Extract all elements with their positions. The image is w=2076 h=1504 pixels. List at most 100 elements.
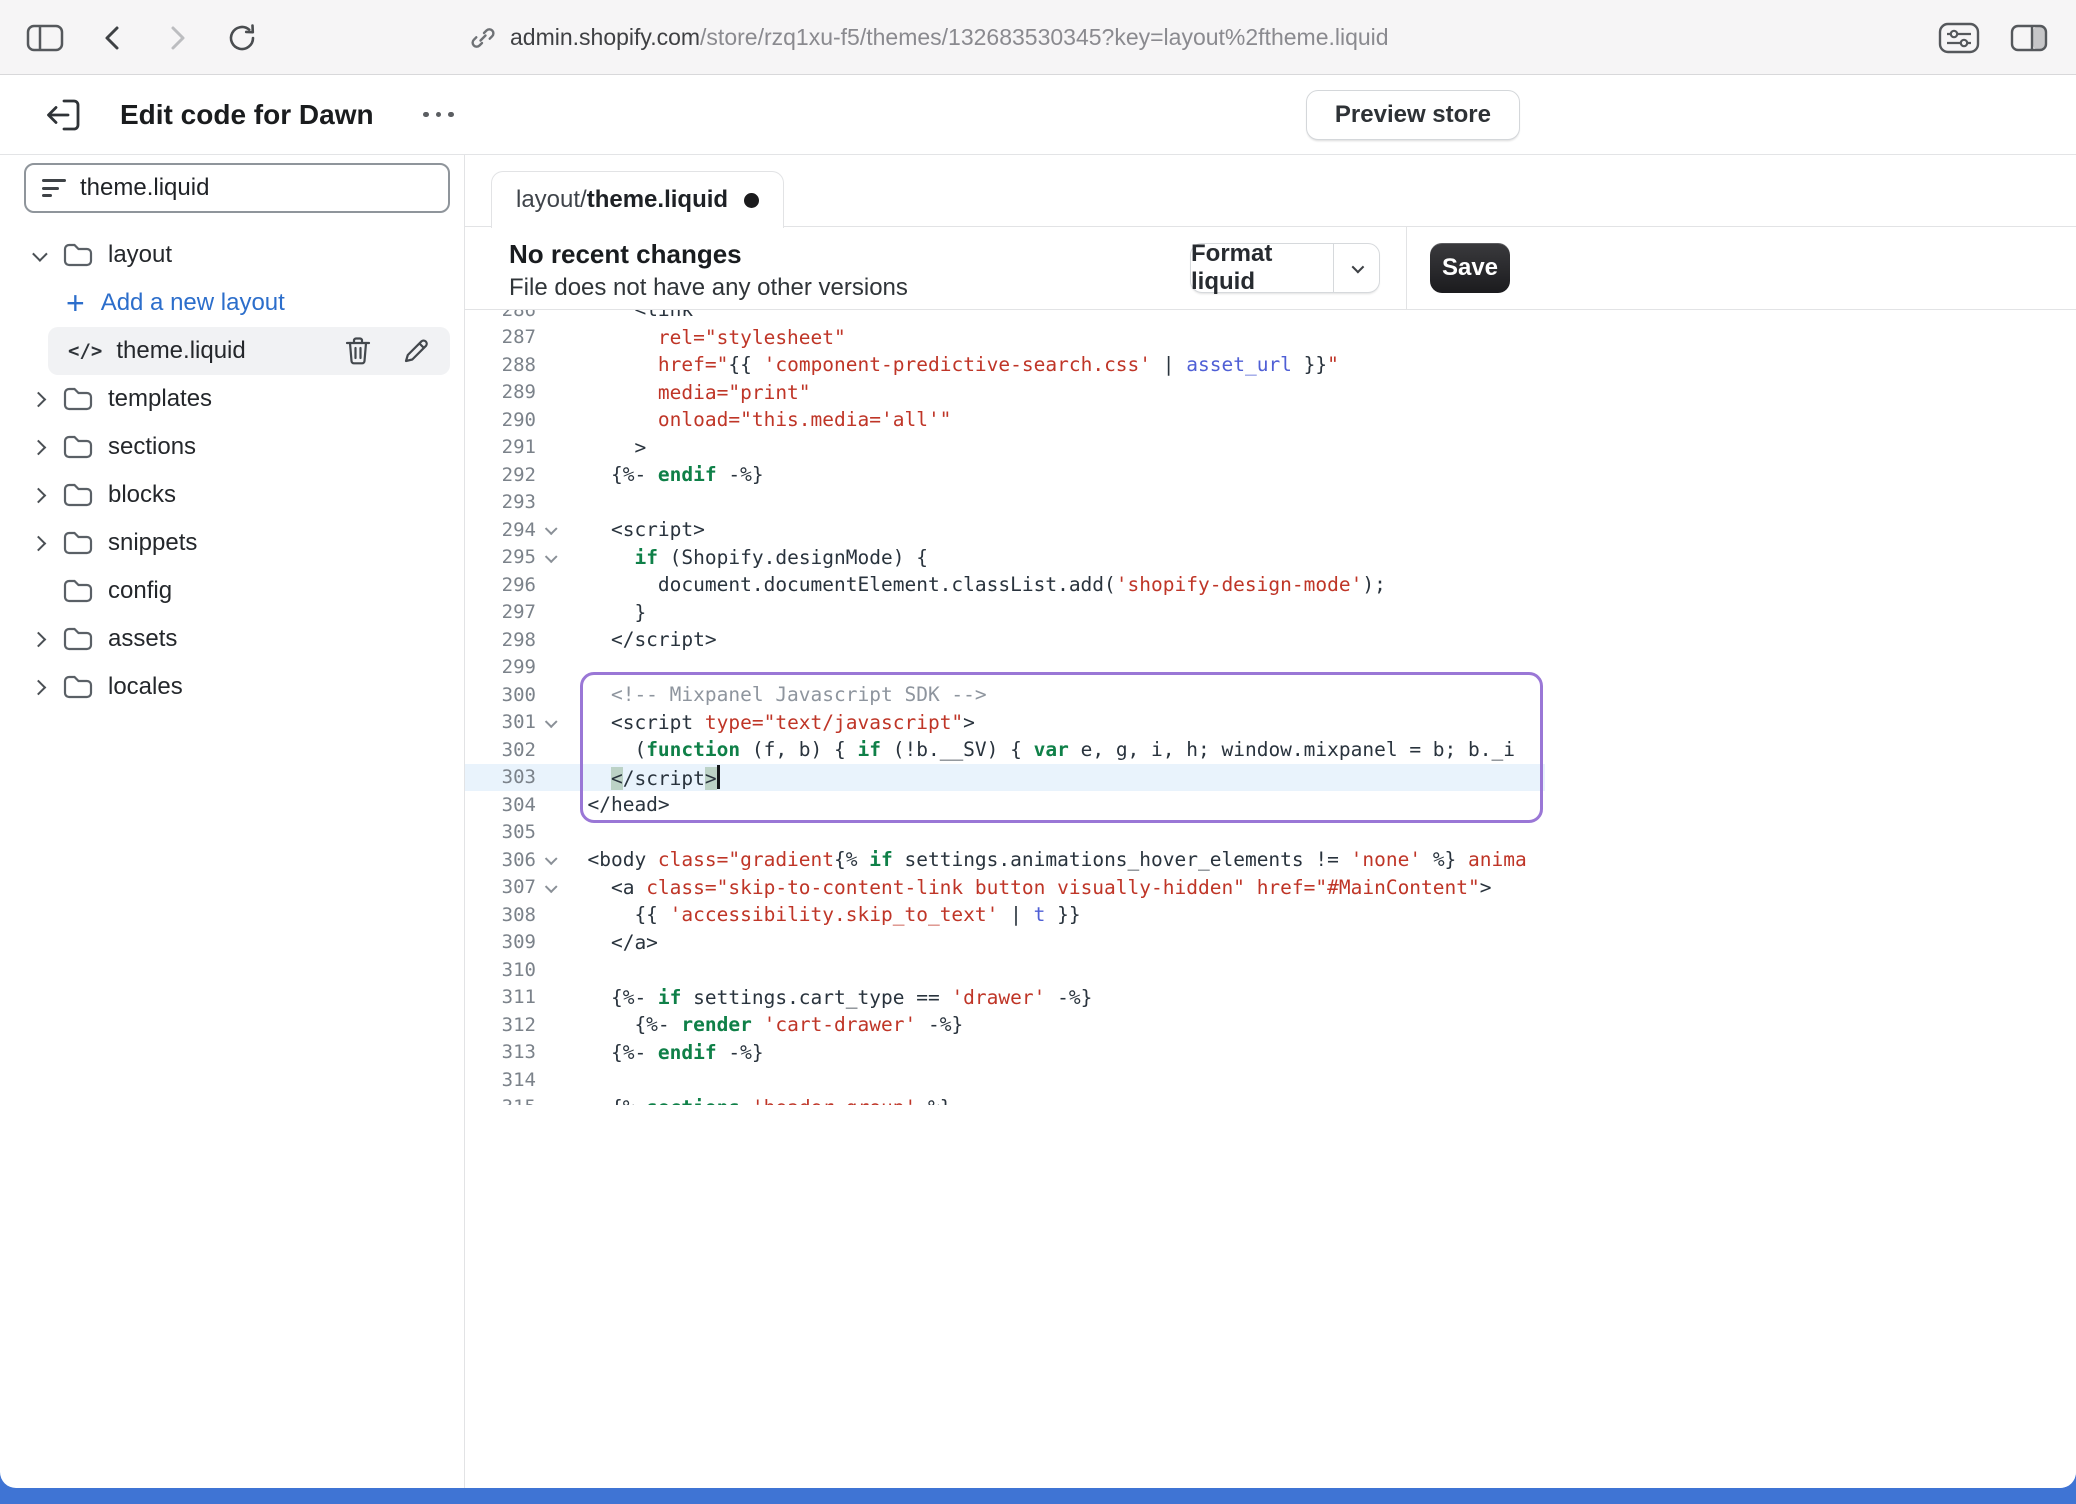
folder-label: snippets [108,529,197,557]
folder-icon [62,625,94,653]
sidebar-item-config[interactable]: config [0,567,464,615]
folder-label: config [108,577,172,605]
code-text: document.documentElement.classList.add('… [564,573,1386,596]
forward-button[interactable] [162,23,192,53]
reload-button[interactable] [226,22,258,54]
rename-file-button[interactable] [402,337,430,365]
code-line[interactable]: 311 {%- if settings.cart_type == 'drawer… [465,984,1545,1012]
tab-strip: layout/theme.liquid [465,155,2076,227]
code-line[interactable]: 299 [465,654,1545,682]
line-number: 289 [465,381,536,403]
code-text: > [564,436,646,459]
code-line[interactable]: 314 [465,1066,1545,1094]
code-line[interactable]: 310 [465,956,1545,984]
code-line[interactable]: 293 [465,489,1545,517]
code-text: <link [564,310,693,321]
page-title: Edit code for Dawn [120,99,374,131]
sidebar-item-blocks[interactable]: blocks [0,471,464,519]
sidebar-item-layout[interactable]: layout [0,231,464,279]
code-line[interactable]: 315 {% sections 'header-group' %} [465,1094,1545,1106]
code-line[interactable]: 292 {%- endif -%} [465,461,1545,489]
code-line[interactable]: 303 </script> [465,764,1545,792]
code-line[interactable]: 300 <!-- Mixpanel Javascript SDK --> [465,681,1545,709]
line-number: 297 [465,601,536,623]
folder-icon [62,385,94,413]
folder-label: blocks [108,481,176,509]
file-tree: layout + Add a new layout </> theme.liqu… [0,231,464,711]
code-text: <a class="skip-to-content-link button vi… [564,876,1492,899]
file-filter-input[interactable]: theme.liquid [24,163,450,213]
code-line[interactable]: 294 <script> [465,516,1545,544]
code-line[interactable]: 290 onload="this.media='all'" [465,406,1545,434]
format-liquid-button[interactable]: Format liquid [1190,243,1380,293]
add-new-layout-button[interactable]: + Add a new layout [0,279,464,327]
code-line[interactable]: 312 {%- render 'cart-drawer' -%} [465,1011,1545,1039]
url-text: admin.shopify.com/store/rzq1xu-f5/themes… [510,24,1389,51]
toolbar-divider [1406,227,1407,309]
line-number: 295 [465,546,536,568]
line-number: 301 [465,711,536,733]
sidebar-toggle-button[interactable] [26,23,64,53]
desktop-background: admin.shopify.com/store/rzq1xu-f5/themes… [0,0,2076,1504]
line-number: 304 [465,794,536,816]
link-icon [470,25,496,51]
code-text: </head> [564,793,670,816]
sidebar-item-snippets[interactable]: snippets [0,519,464,567]
code-text: <script> [564,518,705,541]
sidebar-toggle-icon [26,23,64,53]
split-view-button[interactable] [2010,23,2048,53]
code-line[interactable]: 296 document.documentElement.classList.a… [465,571,1545,599]
save-button[interactable]: Save [1430,243,1510,293]
code-line[interactable]: 308 {{ 'accessibility.skip_to_text' | t … [465,901,1545,929]
code-text: </script> [564,628,717,651]
code-line[interactable]: 295 if (Shopify.designMode) { [465,544,1545,572]
format-dropdown-button[interactable] [1333,244,1379,292]
sidebar-item-theme-liquid[interactable]: </> theme.liquid [48,327,450,375]
code-line[interactable]: 305 [465,819,1545,847]
code-line[interactable]: 307 <a class="skip-to-content-link butto… [465,874,1545,902]
fold-chevron-icon[interactable] [536,855,564,864]
chrome-nav-group [26,0,258,75]
extensions-button[interactable] [1938,22,1980,54]
sidebar-item-assets[interactable]: assets [0,615,464,663]
content-area: theme.liquid layout + Add a new layout <… [0,155,2076,1488]
code-line[interactable]: 304 </head> [465,791,1545,819]
code-line[interactable]: 301 <script type="text/javascript"> [465,709,1545,737]
code-editor[interactable]: 286 <link287 rel="stylesheet"288 href="{… [465,310,1545,1105]
exit-button[interactable] [44,96,84,134]
fold-chevron-icon[interactable] [536,553,564,562]
fold-chevron-icon[interactable] [536,718,564,727]
code-line[interactable]: 306 <body class="gradient{% if settings.… [465,846,1545,874]
line-number: 290 [465,409,536,431]
url-domain: admin.shopify.com [510,24,700,50]
address-bar[interactable]: admin.shopify.com/store/rzq1xu-f5/themes… [470,0,1389,75]
chevron-right-icon [30,679,46,695]
sidebar-item-sections[interactable]: sections [0,423,464,471]
code-line[interactable]: 297 } [465,599,1545,627]
code-line[interactable]: 298 </script> [465,626,1545,654]
delete-file-button[interactable] [344,336,372,366]
plus-icon: + [66,287,85,319]
code-line[interactable]: 289 media="print" [465,379,1545,407]
tab-theme-liquid[interactable]: layout/theme.liquid [491,171,784,228]
code-line[interactable]: 288 href="{{ 'component-predictive-searc… [465,351,1545,379]
back-button[interactable] [98,23,128,53]
code-line[interactable]: 286 <link [465,310,1545,324]
chevron-right-icon [30,439,46,455]
code-lines: 286 <link287 rel="stylesheet"288 href="{… [465,310,1545,1105]
more-actions-button[interactable] [414,111,464,119]
sidebar-item-locales[interactable]: locales [0,663,464,711]
sidebar-item-templates[interactable]: templates [0,375,464,423]
preview-store-button[interactable]: Preview store [1306,90,1520,140]
code-line[interactable]: 309 </a> [465,929,1545,957]
code-line[interactable]: 313 {%- endif -%} [465,1039,1545,1067]
code-line[interactable]: 291 > [465,434,1545,462]
code-text: {% sections 'header-group' %} [564,1096,951,1105]
chevron-right-icon [30,391,46,407]
fold-chevron-icon[interactable] [536,883,564,892]
code-line[interactable]: 287 rel="stylesheet" [465,324,1545,352]
code-line[interactable]: 302 (function (f, b) { if (!b.__SV) { va… [465,736,1545,764]
fold-chevron-icon[interactable] [536,525,564,534]
line-number: 305 [465,821,536,843]
chevron-down-icon [1352,260,1365,273]
